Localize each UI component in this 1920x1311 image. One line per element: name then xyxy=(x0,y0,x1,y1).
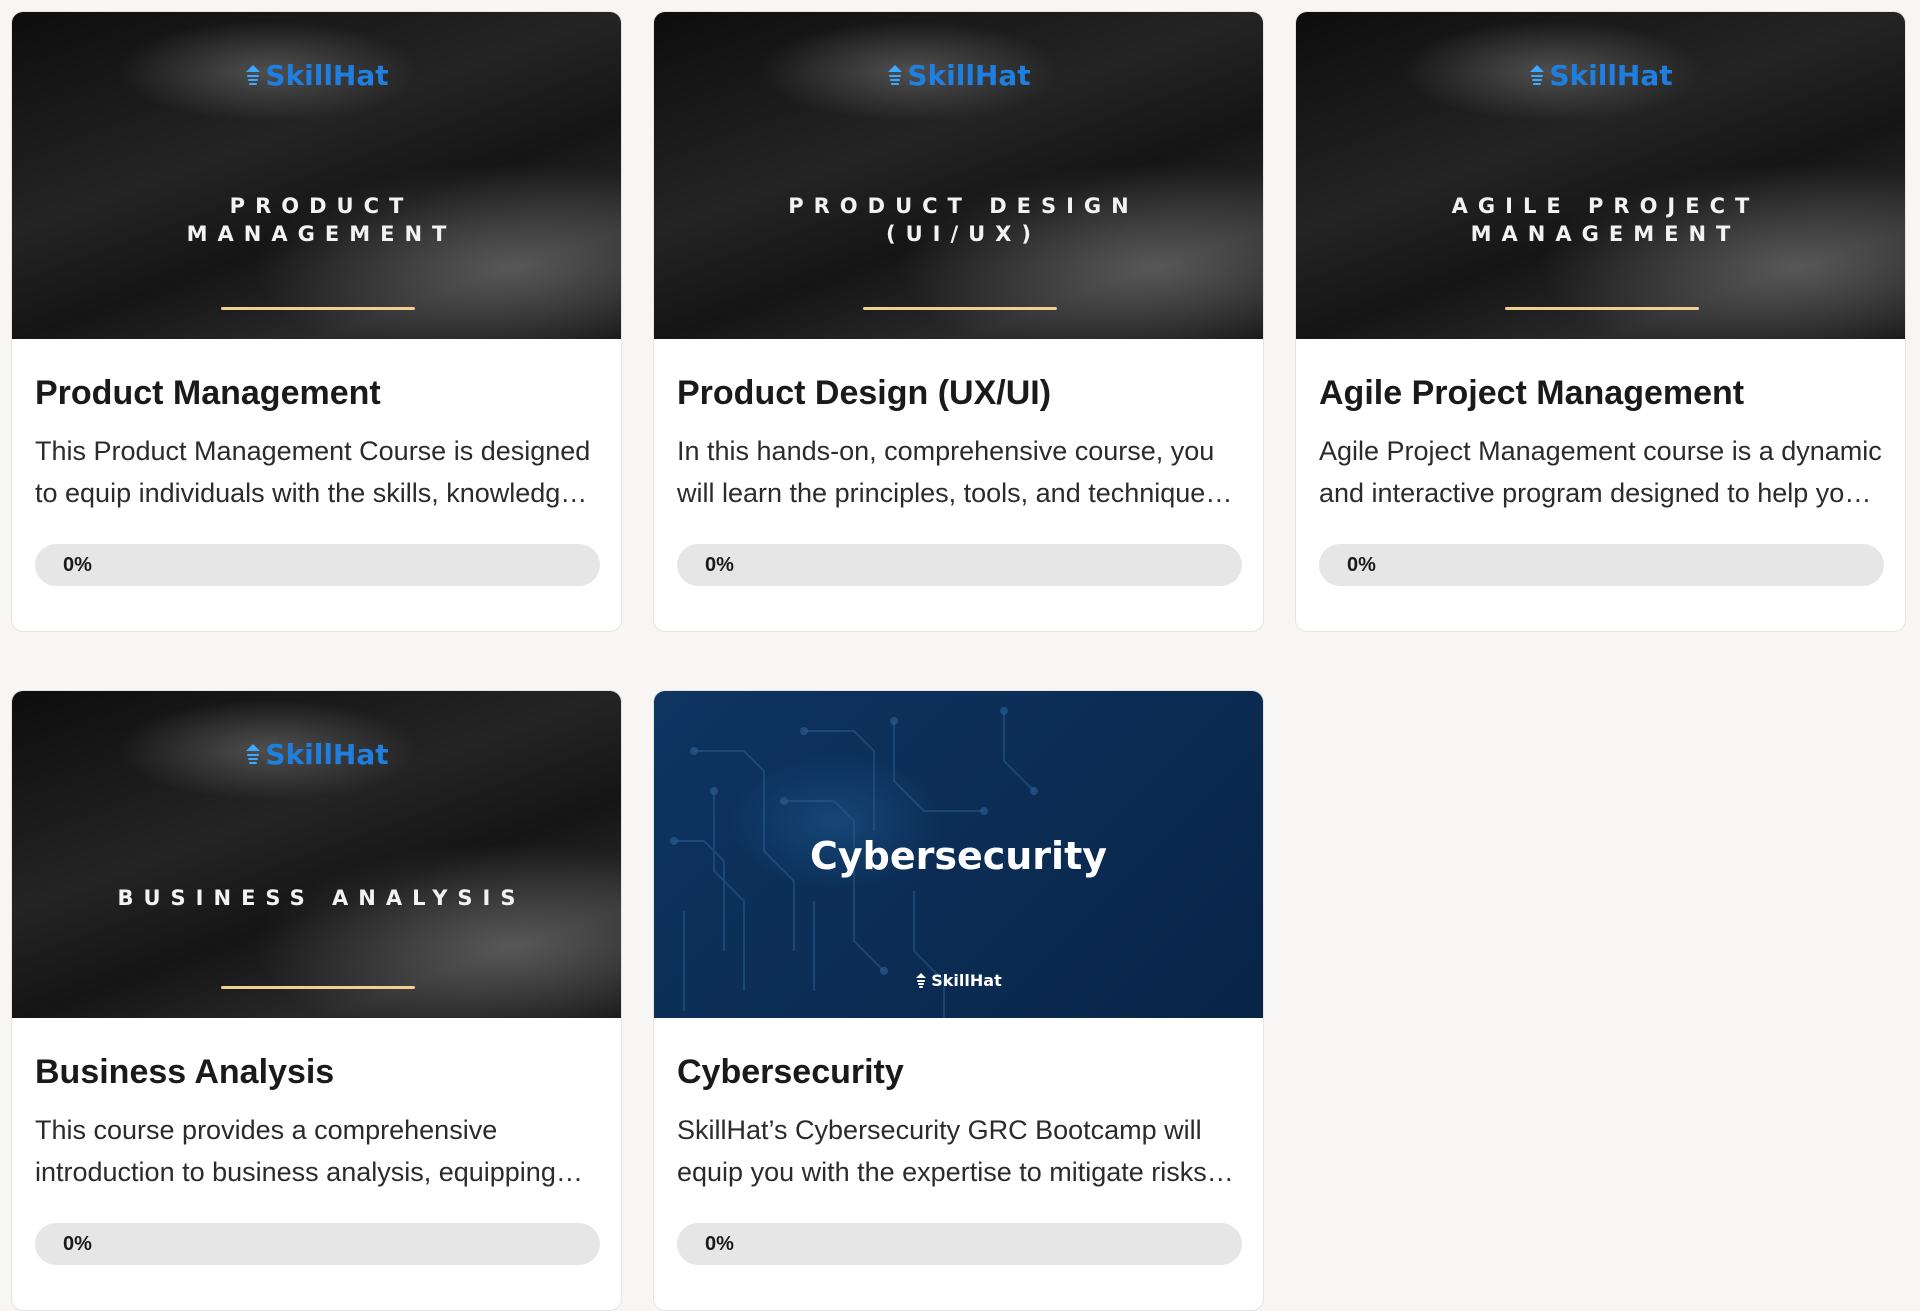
course-title[interactable]: Agile Project Management xyxy=(1319,371,1882,415)
progress-bar: 0% xyxy=(1319,544,1884,586)
course-title[interactable]: Product Management xyxy=(35,371,598,415)
skillhat-logo: SkillHat xyxy=(654,59,1263,92)
progress-bar: 0% xyxy=(677,1223,1242,1265)
thumbnail-title: AGILE PROJECT MANAGEMENT xyxy=(1451,194,1760,246)
thumbnail-title: BUSINESS ANALYSIS xyxy=(117,886,526,910)
course-title[interactable]: Cybersecurity xyxy=(677,1050,1240,1094)
progress-label: 0% xyxy=(1347,554,1376,576)
course-description: In this hands-on, comprehensive course, … xyxy=(677,436,1219,508)
skillhat-logo-text: SkillHat xyxy=(265,738,389,771)
progress-bar: 0% xyxy=(677,544,1242,586)
skillhat-logo-icon xyxy=(886,64,904,87)
course-thumbnail[interactable]: SkillHat BUSINESS ANALYSIS xyxy=(12,691,621,1018)
thumbnail-accent-line xyxy=(863,307,1057,310)
course-description: This Product Management Course is design… xyxy=(35,436,591,508)
thumbnail-title: PRODUCT MANAGEMENT xyxy=(186,194,457,246)
course-description: This course provides a comprehensive int… xyxy=(35,1115,556,1187)
course-description: SkillHat’s Cybersecurity GRC Bootcamp wi… xyxy=(677,1115,1207,1187)
skillhat-logo: SkillHat xyxy=(654,971,1263,990)
course-card-business-analysis[interactable]: SkillHat BUSINESS ANALYSIS Business Anal… xyxy=(11,690,622,1311)
thumbnail-accent-line xyxy=(1505,307,1699,310)
thumbnail-title: PRODUCT DESIGN (UI/UX) xyxy=(788,194,1139,246)
course-card-agile-project-management[interactable]: SkillHat AGILE PROJECT MANAGEMENT Agile … xyxy=(1295,11,1906,632)
progress-label: 0% xyxy=(63,554,92,576)
progress-bar: 0% xyxy=(35,1223,600,1265)
skillhat-logo-icon xyxy=(244,743,262,766)
course-grid: SkillHat PRODUCT MANAGEMENT Product Mana… xyxy=(11,11,1906,1311)
skillhat-logo-icon xyxy=(1528,64,1546,87)
skillhat-logo-text: SkillHat xyxy=(265,59,389,92)
skillhat-logo-icon xyxy=(244,64,262,87)
progress-label: 0% xyxy=(705,554,734,576)
course-title[interactable]: Product Design (UX/UI) xyxy=(677,371,1240,415)
skillhat-logo-text: SkillHat xyxy=(907,59,1031,92)
progress-label: 0% xyxy=(63,1233,92,1255)
thumbnail-accent-line xyxy=(221,307,415,310)
course-description: Agile Project Management course is a dyn… xyxy=(1319,436,1882,508)
course-card-product-design[interactable]: SkillHat PRODUCT DESIGN (UI/UX) Product … xyxy=(653,11,1264,632)
course-card-product-management[interactable]: SkillHat PRODUCT MANAGEMENT Product Mana… xyxy=(11,11,622,632)
course-thumbnail[interactable]: SkillHat PRODUCT DESIGN (UI/UX) xyxy=(654,12,1263,339)
skillhat-logo: SkillHat xyxy=(12,59,621,92)
skillhat-logo: SkillHat xyxy=(1296,59,1905,92)
skillhat-logo-text: SkillHat xyxy=(1549,59,1673,92)
skillhat-logo-icon xyxy=(915,972,927,989)
progress-label: 0% xyxy=(705,1233,734,1255)
course-title[interactable]: Business Analysis xyxy=(35,1050,598,1094)
course-thumbnail[interactable]: SkillHat PRODUCT MANAGEMENT xyxy=(12,12,621,339)
course-thumbnail[interactable]: SkillHat AGILE PROJECT MANAGEMENT xyxy=(1296,12,1905,339)
progress-bar: 0% xyxy=(35,544,600,586)
thumbnail-title: Cybersecurity xyxy=(809,834,1108,878)
course-card-cybersecurity[interactable]: Cybersecurity SkillHat Cybersecurity Ski… xyxy=(653,690,1264,1311)
thumbnail-accent-line xyxy=(221,986,415,989)
skillhat-logo: SkillHat xyxy=(12,738,621,771)
skillhat-logo-text: SkillHat xyxy=(931,971,1002,990)
course-thumbnail[interactable]: Cybersecurity SkillHat xyxy=(654,691,1263,1018)
